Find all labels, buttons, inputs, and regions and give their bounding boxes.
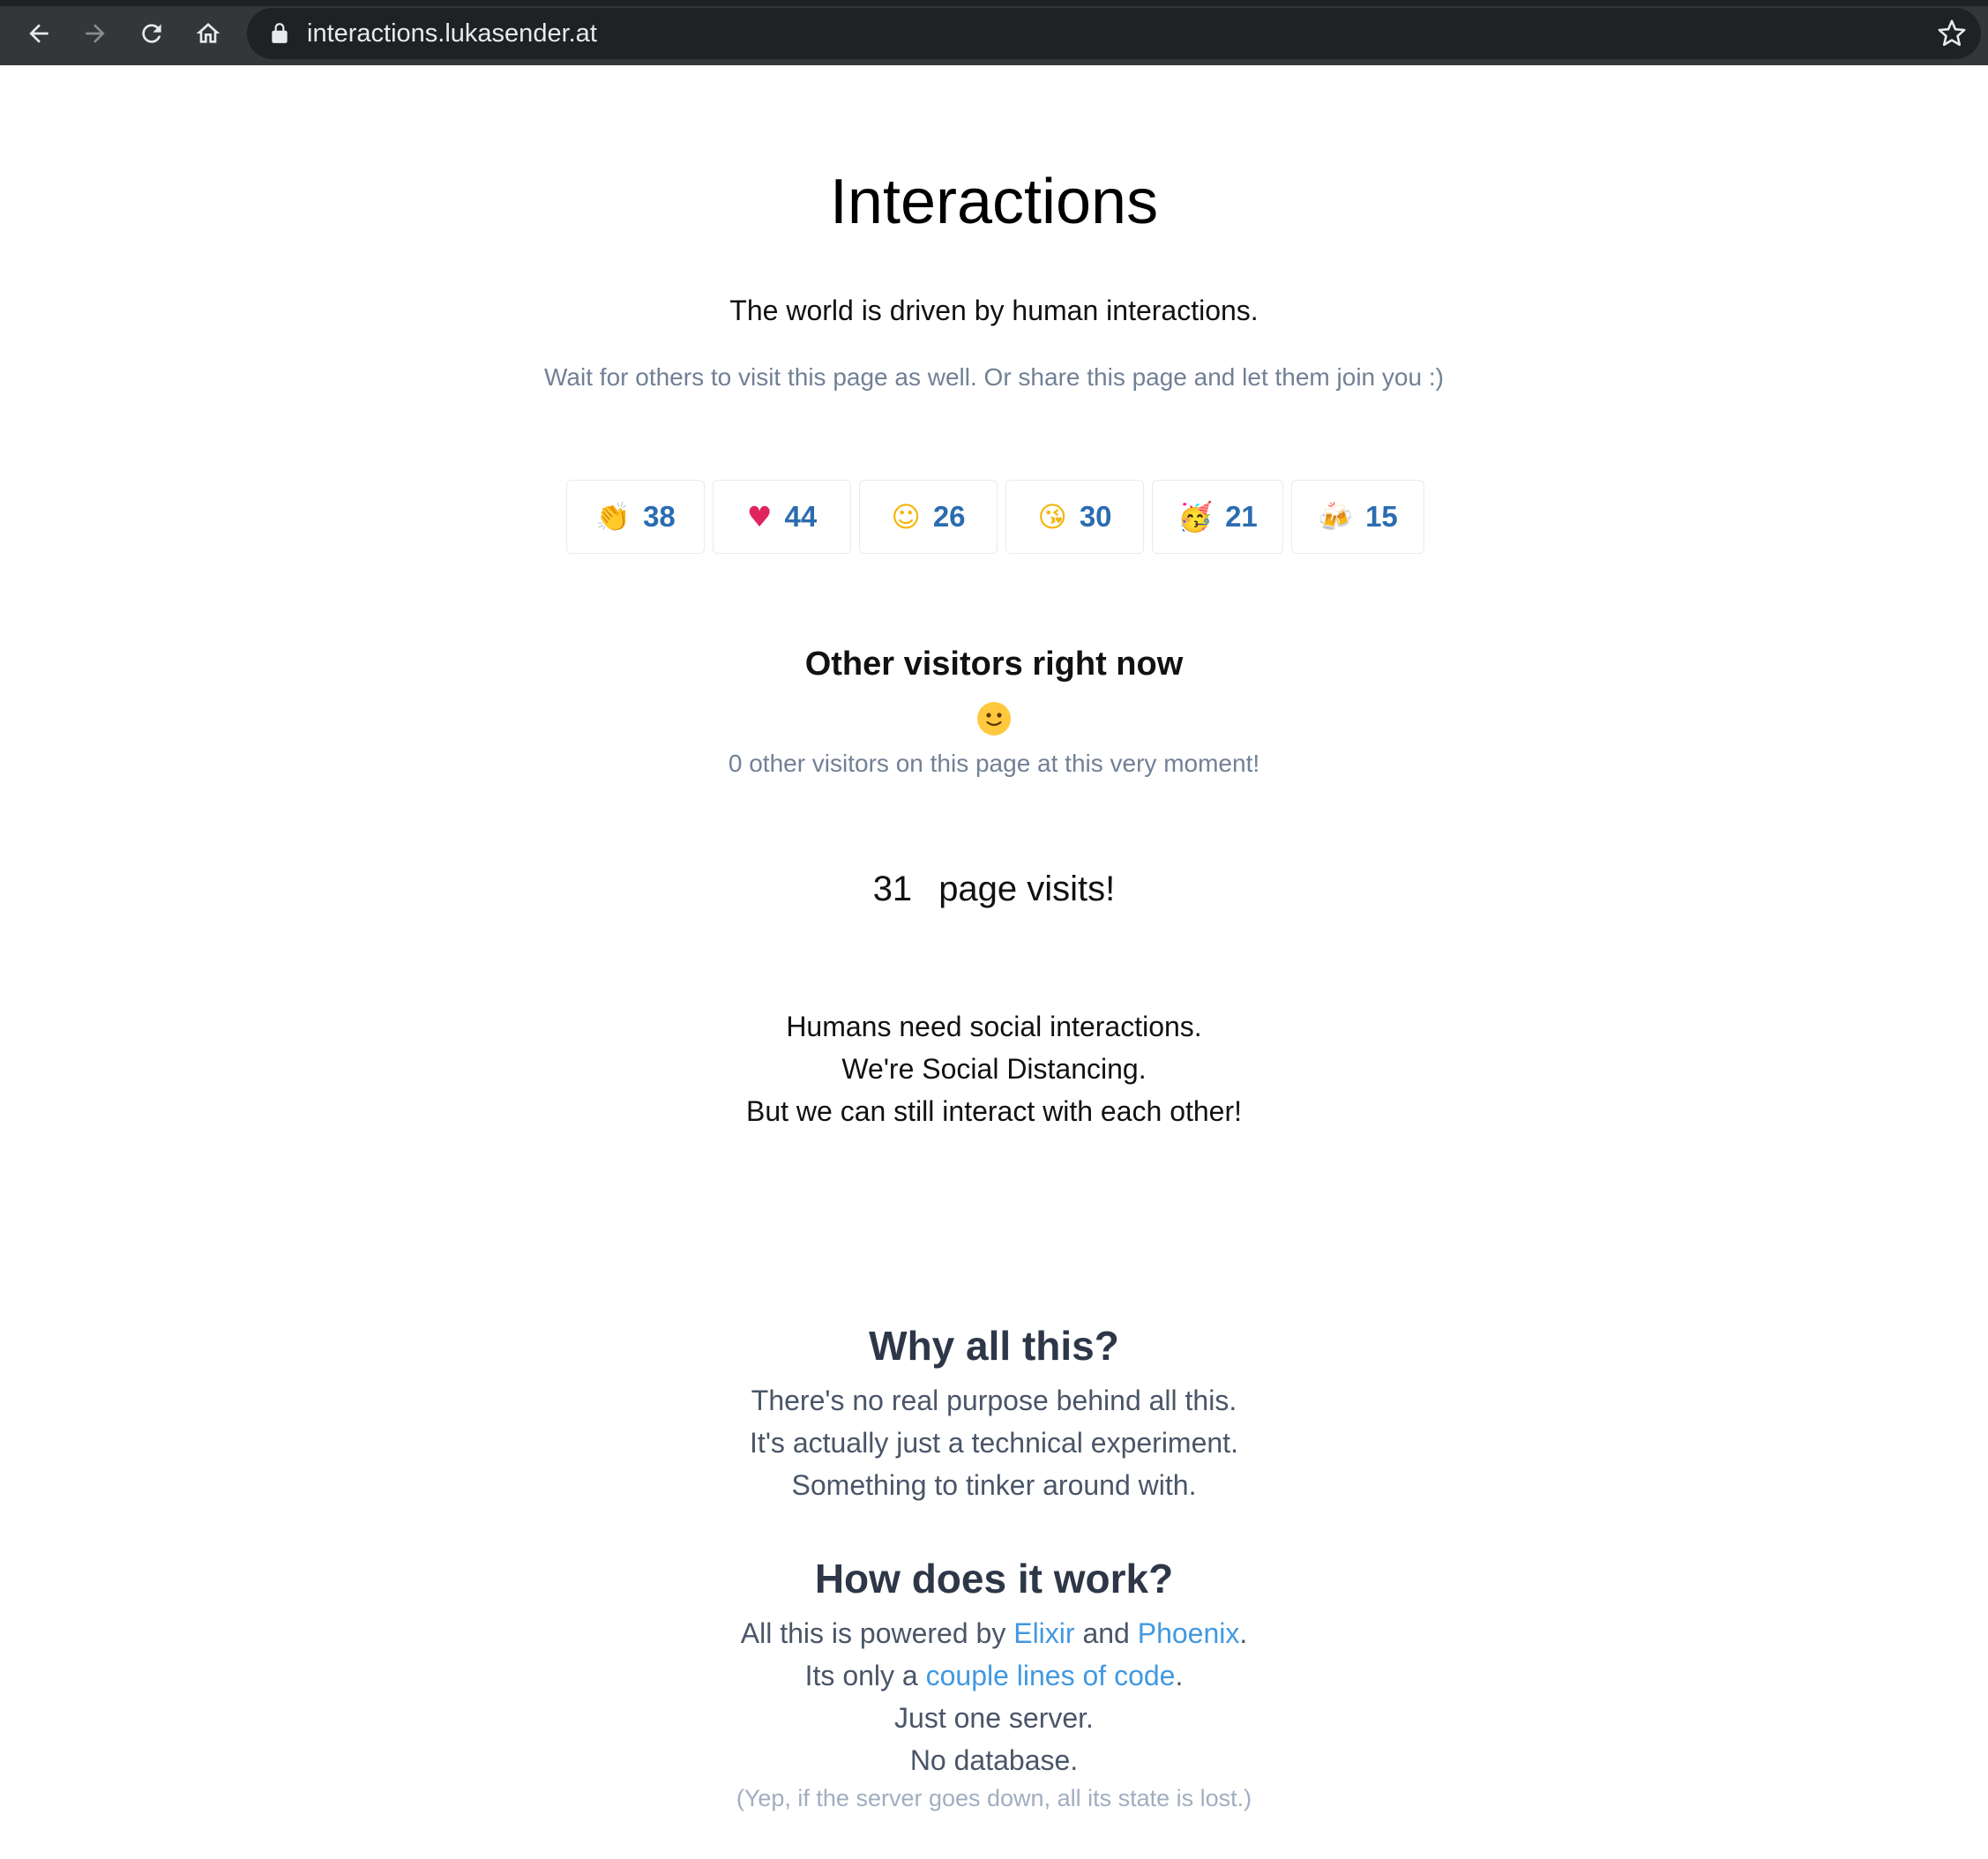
hint-text: Wait for others to visit this page as we…: [544, 363, 1444, 391]
reaction-count: 44: [784, 500, 818, 533]
how-text-period: .: [1239, 1617, 1248, 1649]
address-bar[interactable]: interactions.lukasender.at: [247, 8, 1981, 59]
red-heart-icon: ♥: [746, 500, 773, 534]
back-icon: [29, 24, 49, 43]
visitors-heading: Other visitors right now: [804, 646, 1184, 683]
how-text-prefix: Its only a: [804, 1660, 926, 1691]
partying-face-icon: 🥳: [1177, 500, 1214, 534]
reaction-count: 26: [932, 500, 966, 533]
tab-strip: [0, 0, 1988, 6]
reaction-count: 21: [1225, 500, 1258, 533]
reload-button[interactable]: [131, 12, 173, 55]
how-text-and: and: [1074, 1617, 1138, 1649]
how-line-server: Just one server.: [894, 1702, 1094, 1734]
how-line-code: Its only a couple lines of code.: [0, 1654, 1988, 1697]
reaction-buttons: 👏 38 ♥ 44 ☺ 26 😘 30 🥳 21 🍻 15: [566, 480, 1424, 554]
forward-button[interactable]: [74, 12, 116, 55]
page-title: Interactions: [829, 167, 1159, 237]
forward-icon: [86, 24, 105, 43]
reaction-count: 15: [1365, 500, 1398, 533]
clinking-beer-mugs-icon: 🍻: [1318, 500, 1354, 534]
how-heading: How does it work?: [814, 1556, 1174, 1601]
home-icon: [196, 23, 220, 43]
lead-text: The world is driven by human interaction…: [729, 295, 1259, 326]
why-line: It's actually just a technical experimen…: [750, 1427, 1238, 1459]
page-content: Interactions The world is driven by huma…: [0, 65, 1988, 1859]
human-line: We're Social Distancing.: [841, 1053, 1147, 1085]
page-visits-count: 31: [872, 870, 913, 908]
human-line: Humans need social interactions.: [786, 1011, 1202, 1042]
smiling-face-icon: ☺: [891, 500, 921, 534]
browser-toolbar: interactions.lukasender.at: [0, 0, 1988, 65]
visitors-count-text: 0 other visitors on this page at this ve…: [728, 750, 1260, 777]
how-line-database: No database.: [909, 1744, 1079, 1776]
reaction-kiss-button[interactable]: 😘 30: [1005, 480, 1144, 554]
reaction-heart-button[interactable]: ♥ 44: [713, 480, 851, 554]
why-text: There's no real purpose behind all this.…: [0, 1379, 1988, 1506]
reaction-count: 30: [1079, 500, 1112, 533]
home-button[interactable]: [187, 12, 229, 55]
why-line: Something to tinker around with.: [791, 1469, 1197, 1501]
face-blowing-kiss-icon: 😘: [1037, 500, 1067, 534]
star-icon[interactable]: [1937, 19, 1967, 49]
elixir-link[interactable]: Elixir: [1013, 1617, 1074, 1649]
source-code-link[interactable]: couple lines of code: [926, 1660, 1176, 1691]
human-line: But we can still interact with each othe…: [745, 1095, 1243, 1127]
smiley-face-shape: [986, 713, 1002, 727]
slightly-smiling-face-icon: [977, 702, 1011, 735]
reaction-beer-button[interactable]: 🍻 15: [1291, 480, 1424, 554]
how-text-prefix: All this is powered by: [740, 1617, 1014, 1649]
footnote-text: (Yep, if the server goes down, all its s…: [736, 1785, 1252, 1811]
phoenix-link[interactable]: Phoenix: [1138, 1617, 1240, 1649]
page-visits-label: page visits!: [938, 870, 1116, 908]
how-text: All this is powered by Elixir and Phoeni…: [0, 1612, 1988, 1781]
page-visits: 31 page visits!: [0, 864, 1988, 914]
reaction-party-button[interactable]: 🥳 21: [1152, 480, 1283, 554]
how-text-period: .: [1175, 1660, 1184, 1691]
reload-icon: [142, 24, 161, 43]
why-line: There's no real purpose behind all this.: [751, 1385, 1237, 1416]
human-interactions-text: Humans need social interactions. We're S…: [0, 1005, 1988, 1132]
how-line-powered: All this is powered by Elixir and Phoeni…: [0, 1612, 1988, 1654]
back-button[interactable]: [18, 12, 60, 55]
reaction-smile-button[interactable]: ☺ 26: [859, 480, 998, 554]
reaction-count: 38: [643, 500, 676, 533]
lock-icon: [272, 23, 288, 43]
why-heading: Why all this?: [869, 1323, 1119, 1369]
address-url[interactable]: interactions.lukasender.at: [307, 8, 597, 59]
reaction-clap-button[interactable]: 👏 38: [566, 480, 705, 554]
clapping-hands-icon: 👏: [595, 500, 632, 534]
